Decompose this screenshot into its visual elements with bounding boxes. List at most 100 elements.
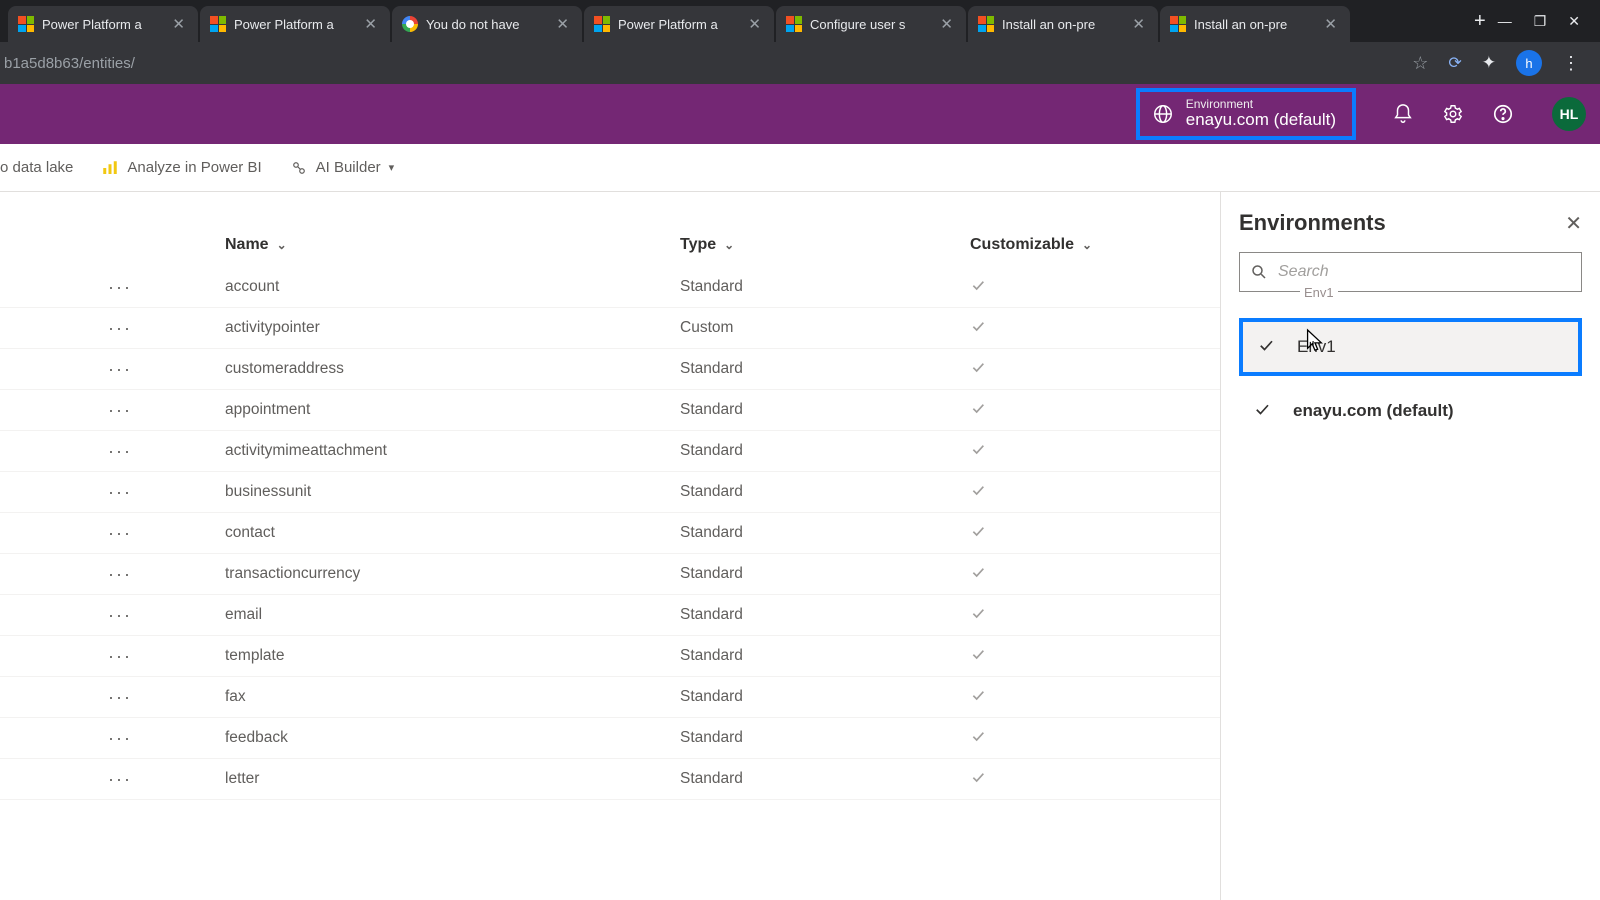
url-text[interactable]: b1a5d8b63/entities/: [0, 55, 1412, 72]
browser-tab[interactable]: Power Platform a✕: [200, 6, 390, 42]
user-avatar[interactable]: HL: [1552, 97, 1586, 131]
table-row[interactable]: ···businessunitStandard: [0, 472, 1220, 513]
browser-tab[interactable]: You do not have ✕: [392, 6, 582, 42]
cmd-ai-builder[interactable]: AI Builder ▾: [290, 159, 395, 177]
row-more-actions[interactable]: ···: [0, 482, 160, 503]
browser-tab[interactable]: Power Platform a✕: [8, 6, 198, 42]
browser-tab[interactable]: Install an on-pre✕: [1160, 6, 1350, 42]
cmd-analyze-powerbi[interactable]: Analyze in Power BI: [101, 159, 261, 177]
table-row[interactable]: ···faxStandard: [0, 677, 1220, 718]
row-more-actions[interactable]: ···: [0, 728, 160, 749]
row-more-actions[interactable]: ···: [0, 646, 160, 667]
row-entity-name: activitymimeattachment: [160, 442, 680, 460]
bookmark-star-icon[interactable]: ☆: [1412, 53, 1428, 74]
environment-search[interactable]: Env1: [1239, 252, 1582, 292]
new-tab-button[interactable]: +: [1462, 6, 1498, 37]
table-row[interactable]: ···templateStandard: [0, 636, 1220, 677]
tab-title: You do not have: [426, 17, 545, 32]
tab-title: Power Platform a: [618, 17, 737, 32]
row-entity-name: appointment: [160, 401, 680, 419]
table-row[interactable]: ···activitypointerCustom: [0, 308, 1220, 349]
help-icon[interactable]: [1492, 103, 1514, 125]
check-icon: [970, 728, 986, 744]
row-entity-type: Standard: [680, 647, 970, 665]
table-row[interactable]: ···feedbackStandard: [0, 718, 1220, 759]
column-header-customizable[interactable]: Customizable ⌄: [970, 236, 1170, 254]
globe-icon: [1152, 103, 1174, 125]
browser-tab[interactable]: Install an on-pre✕: [968, 6, 1158, 42]
row-customizable: [970, 359, 1170, 380]
maximize-button[interactable]: ❐: [1534, 13, 1547, 30]
row-customizable: [970, 441, 1170, 462]
check-icon: [970, 564, 986, 580]
row-entity-name: fax: [160, 688, 680, 706]
row-more-actions[interactable]: ···: [0, 359, 160, 380]
settings-gear-icon[interactable]: [1442, 103, 1464, 125]
row-entity-type: Standard: [680, 770, 970, 788]
row-more-actions[interactable]: ···: [0, 318, 160, 339]
tab-close-icon[interactable]: ✕: [745, 15, 764, 33]
google-favicon-icon: [402, 16, 418, 32]
app-header: Environment enayu.com (default) HL: [0, 84, 1600, 144]
extensions-puzzle-icon[interactable]: ✦: [1482, 53, 1496, 73]
panel-title: Environments: [1239, 210, 1386, 236]
row-more-actions[interactable]: ···: [0, 769, 160, 790]
row-customizable: [970, 523, 1170, 544]
environment-item[interactable]: Env1: [1239, 318, 1582, 376]
row-entity-name: transactioncurrency: [160, 565, 680, 583]
row-entity-type: Standard: [680, 401, 970, 419]
row-more-actions[interactable]: ···: [0, 564, 160, 585]
microsoft-favicon-icon: [594, 16, 610, 32]
row-customizable: [970, 318, 1170, 339]
close-window-button[interactable]: ✕: [1568, 13, 1580, 30]
address-bar: b1a5d8b63/entities/ ☆ ⟳ ✦ h ⋮: [0, 42, 1600, 84]
search-input[interactable]: [1278, 263, 1571, 281]
row-more-actions[interactable]: ···: [0, 523, 160, 544]
browser-tab[interactable]: Power Platform a ✕: [584, 6, 774, 42]
column-header-name-label: Name: [225, 236, 269, 254]
check-icon: [970, 687, 986, 703]
data-lake-label: o data lake: [0, 159, 73, 176]
microsoft-favicon-icon: [786, 16, 802, 32]
panel-close-button[interactable]: ✕: [1565, 211, 1582, 236]
ai-builder-icon: [290, 159, 308, 177]
column-header-type[interactable]: Type ⌄: [680, 236, 970, 254]
check-icon: [970, 523, 986, 539]
table-row[interactable]: ···emailStandard: [0, 595, 1220, 636]
row-more-actions[interactable]: ···: [0, 400, 160, 421]
tab-close-icon[interactable]: ✕: [937, 15, 956, 33]
browser-profile-avatar[interactable]: h: [1516, 50, 1542, 76]
table-row[interactable]: ···appointmentStandard: [0, 390, 1220, 431]
environment-item[interactable]: enayu.com (default): [1239, 386, 1582, 436]
environment-switcher[interactable]: Environment enayu.com (default): [1136, 88, 1356, 140]
tab-close-icon[interactable]: ✕: [169, 15, 188, 33]
table-row[interactable]: ···contactStandard: [0, 513, 1220, 554]
row-more-actions[interactable]: ···: [0, 687, 160, 708]
check-icon: [970, 605, 986, 621]
tab-close-icon[interactable]: ✕: [1321, 15, 1340, 33]
row-more-actions[interactable]: ···: [0, 605, 160, 626]
table-row[interactable]: ···letterStandard: [0, 759, 1220, 800]
table-row[interactable]: ···activitymimeattachmentStandard: [0, 431, 1220, 472]
tab-close-icon[interactable]: ✕: [1129, 15, 1148, 33]
browser-menu-icon[interactable]: ⋮: [1562, 53, 1580, 74]
row-entity-name: letter: [160, 770, 680, 788]
notifications-icon[interactable]: [1392, 103, 1414, 125]
row-more-actions[interactable]: ···: [0, 277, 160, 298]
browser-tab[interactable]: Configure user s✕: [776, 6, 966, 42]
table-row[interactable]: ···customeraddressStandard: [0, 349, 1220, 390]
microsoft-favicon-icon: [18, 16, 34, 32]
minimize-button[interactable]: —: [1498, 13, 1512, 29]
table-row[interactable]: ···accountStandard: [0, 267, 1220, 308]
table-row[interactable]: ···transactioncurrencyStandard: [0, 554, 1220, 595]
column-header-customizable-label: Customizable: [970, 236, 1074, 254]
tab-close-icon[interactable]: ✕: [361, 15, 380, 33]
cmd-data-lake[interactable]: o data lake: [0, 159, 73, 176]
column-header-name[interactable]: Name ⌄: [160, 236, 680, 254]
browser-tab-strip: Power Platform a✕Power Platform a✕You do…: [0, 0, 1600, 42]
extension-icon[interactable]: ⟳: [1448, 53, 1461, 73]
check-icon: [970, 277, 986, 293]
row-more-actions[interactable]: ···: [0, 441, 160, 462]
powerbi-icon: [101, 159, 119, 177]
tab-close-icon[interactable]: ✕: [553, 15, 572, 33]
